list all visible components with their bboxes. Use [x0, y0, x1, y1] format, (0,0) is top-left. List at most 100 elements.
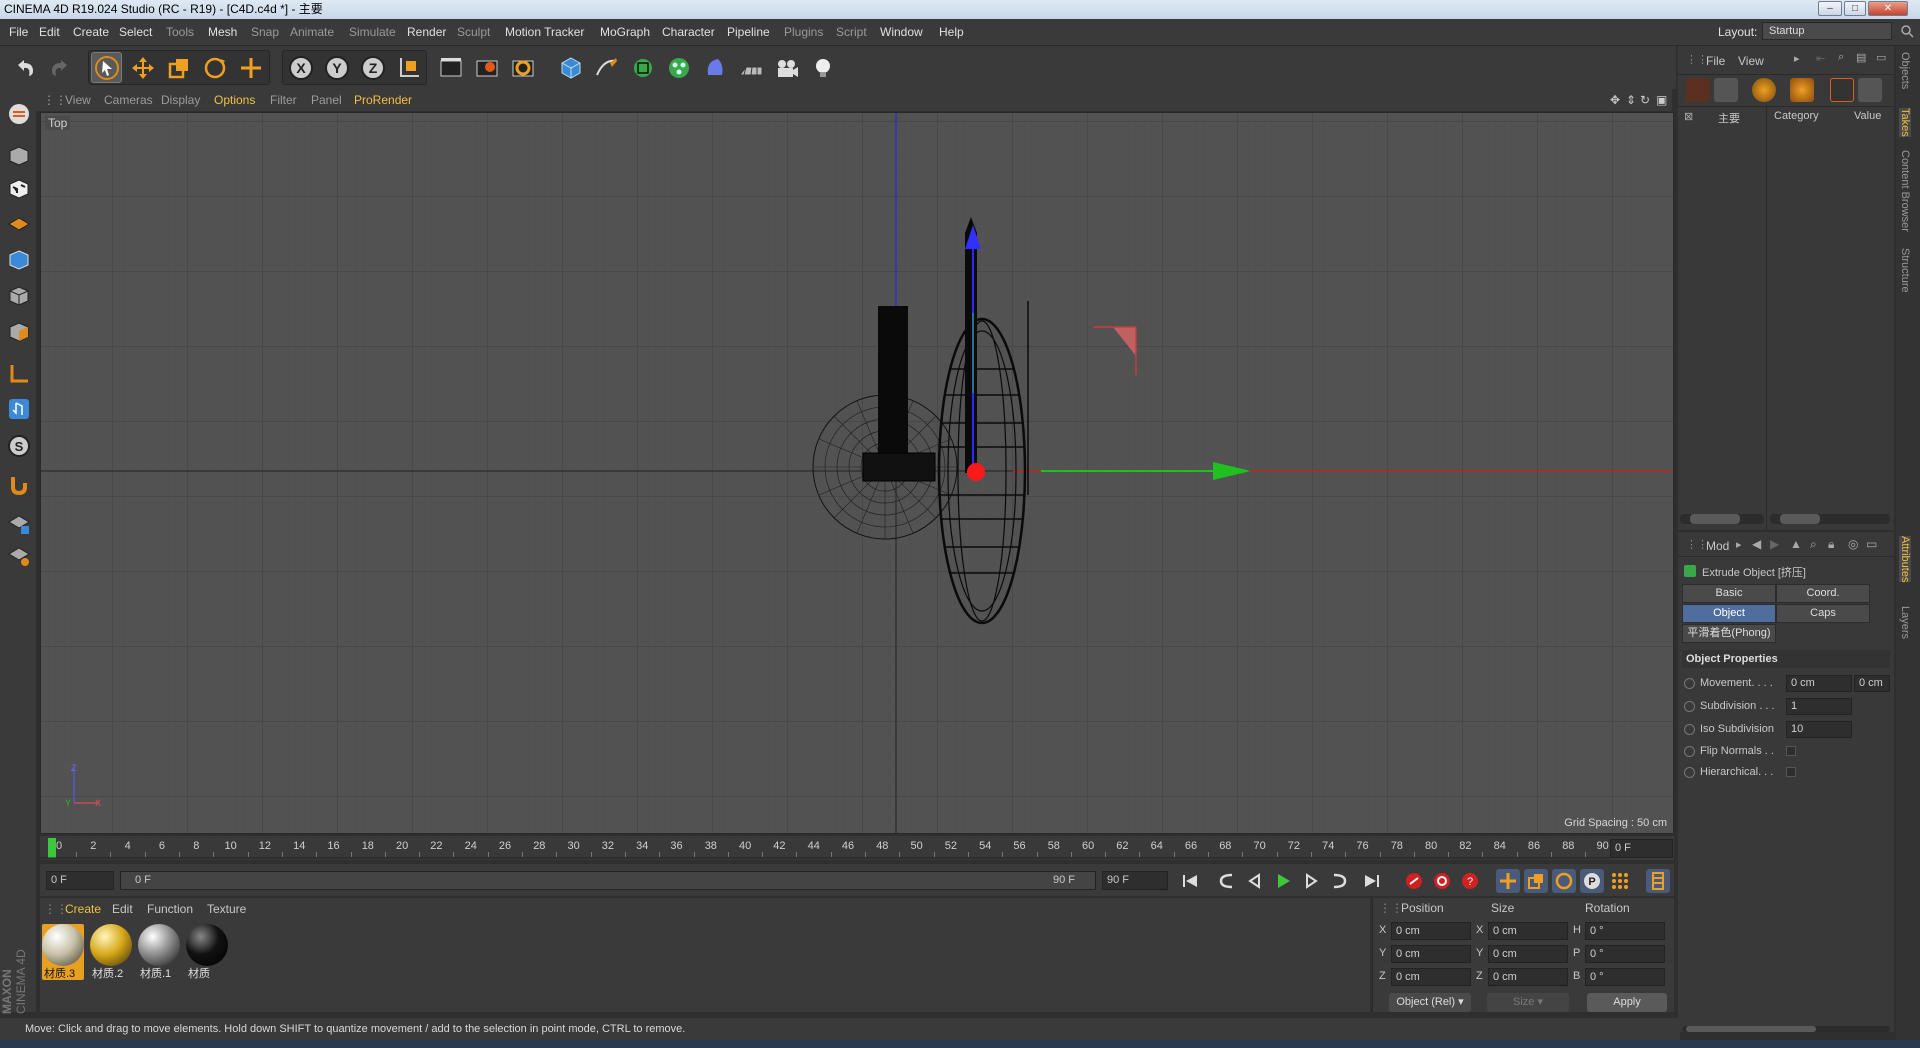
flip-normals-checkbox[interactable] [1786, 746, 1796, 756]
dock-tab-structure[interactable]: Structure [1899, 248, 1911, 293]
go-to-start-icon[interactable] [1178, 869, 1202, 893]
live-select-icon[interactable] [235, 52, 266, 83]
dock-tab-layers[interactable]: Layers [1899, 606, 1911, 639]
menu-create[interactable]: Create [73, 25, 109, 39]
viewport-top[interactable]: Top Z X Y Grid Spacing : 50 cm [40, 112, 1674, 834]
attr-new-window-icon[interactable]: ▭ [1866, 537, 1877, 551]
undo-icon[interactable] [9, 52, 40, 83]
next-frame-icon[interactable] [1299, 869, 1323, 893]
object-grip[interactable]: ⋮⋮ [1686, 53, 1708, 66]
start-frame-field[interactable]: 0 F [46, 871, 114, 890]
edges-mode-icon[interactable] [4, 281, 34, 311]
model-mode-icon[interactable] [4, 141, 34, 171]
menu-simulate[interactable]: Simulate [349, 25, 396, 39]
pos-x-field[interactable]: 0 cm [1391, 922, 1471, 940]
material-swatch[interactable]: 材质.2 [90, 924, 132, 980]
pen-spline-icon[interactable] [591, 52, 622, 83]
dock-tab-takes[interactable]: Takes [1899, 108, 1911, 137]
record-parameter-icon[interactable]: P [1580, 869, 1604, 893]
dock-tab-attributes[interactable]: Attributes [1899, 536, 1911, 583]
menu-plugins[interactable]: Plugins [784, 25, 823, 39]
viewport-menu-filter[interactable]: Filter [270, 93, 297, 107]
menu-file[interactable]: File [9, 25, 28, 39]
hierarchical-animate-icon[interactable] [1684, 766, 1695, 778]
close-button[interactable]: ✕ [1868, 1, 1908, 16]
menu-render[interactable]: Render [407, 25, 446, 39]
movement-field-1[interactable]: 0 cm [1786, 675, 1852, 692]
material-swatch[interactable]: 材质 [186, 924, 228, 980]
material-menu-edit[interactable]: Edit [112, 902, 133, 916]
viewport-zoom-icon[interactable]: ⇕ [1626, 93, 1636, 107]
menu-script[interactable]: Script [836, 25, 867, 39]
record-point-level-icon[interactable] [1608, 869, 1632, 893]
autokey-icon[interactable] [1430, 869, 1454, 893]
menu-tools[interactable]: Tools [166, 25, 194, 39]
subdivision-field[interactable]: 1 [1786, 698, 1852, 715]
light-icon[interactable] [807, 52, 838, 83]
end-frame-field[interactable]: 90 F [1102, 871, 1168, 890]
rot-p-field[interactable]: 0 ° [1585, 945, 1665, 963]
record-rotation-icon[interactable] [1552, 869, 1576, 893]
object-hscrollbar-right[interactable] [1770, 514, 1890, 524]
object-hscrollbar-left[interactable] [1680, 514, 1764, 524]
object-layout-icon[interactable]: ▤ [1856, 51, 1866, 64]
deformer-icon[interactable] [699, 52, 730, 83]
coord-grip[interactable]: ⋮⋮ [1379, 901, 1403, 915]
tab-caps[interactable]: Caps [1776, 604, 1870, 623]
dock-tab-content-browser[interactable]: Content Browser [1899, 150, 1911, 232]
current-frame-field[interactable]: 0 F [1610, 839, 1673, 858]
rot-b-field[interactable]: 0 ° [1585, 968, 1665, 986]
previous-key-icon[interactable] [1215, 869, 1239, 893]
take-camera-icon[interactable] [1790, 78, 1814, 102]
takes-icon[interactable] [1686, 78, 1710, 102]
pos-z-field[interactable]: 0 cm [1391, 968, 1471, 986]
magnet-icon[interactable] [4, 470, 34, 500]
object-menu-file[interactable]: File [1706, 54, 1725, 68]
redo-icon[interactable] [44, 52, 75, 83]
attr-mode-arrow-icon[interactable]: ▸ [1736, 538, 1742, 551]
tab-coord[interactable]: Coord. [1776, 584, 1870, 603]
make-editable-icon[interactable] [4, 99, 34, 129]
snapping-icon[interactable]: S [4, 431, 34, 461]
attr-lock-icon[interactable]: 🔒︎ [1828, 537, 1834, 552]
attr-mode-menu[interactable]: Mod [1706, 539, 1729, 553]
attr-hscrollbar[interactable] [1682, 1026, 1890, 1032]
menu-mesh[interactable]: Mesh [208, 25, 237, 39]
keyframe-selection-icon[interactable]: ? [1458, 869, 1482, 893]
points-mode-icon[interactable] [4, 245, 34, 275]
viewport-menu-prorender[interactable]: ProRender [354, 93, 412, 107]
subdivision-surface-icon[interactable] [627, 52, 658, 83]
object-nav-icon[interactable]: ⇤ [1816, 52, 1825, 65]
camera-icon[interactable] [771, 52, 802, 83]
menu-window[interactable]: Window [880, 25, 923, 39]
take-lock-icon[interactable] [1752, 78, 1776, 102]
object-new-window-icon[interactable]: ▭ [1876, 51, 1886, 64]
tweak-mode-icon[interactable] [4, 394, 34, 424]
menu-edit[interactable]: Edit [39, 25, 60, 39]
material-swatch[interactable]: 材质.1 [138, 924, 180, 980]
render-settings-icon[interactable] [507, 52, 538, 83]
menu-motion-tracker[interactable]: Motion Tracker [505, 25, 584, 39]
dock-tab-objects[interactable]: Objects [1899, 52, 1911, 89]
cloner-icon[interactable] [663, 52, 694, 83]
maximize-button[interactable]: □ [1844, 1, 1866, 16]
apply-button[interactable]: Apply [1587, 993, 1667, 1012]
viewport-menu-options[interactable]: Options [214, 93, 255, 107]
object-expand-icon[interactable]: ▸ [1794, 52, 1800, 65]
menu-pipeline[interactable]: Pipeline [727, 25, 770, 39]
material-menu-texture[interactable]: Texture [207, 902, 246, 916]
attr-back-icon[interactable]: ◀ [1752, 537, 1761, 551]
next-key-icon[interactable] [1327, 869, 1351, 893]
size-mode-dropdown[interactable]: Size ▾ [1487, 993, 1569, 1012]
record-position-icon[interactable] [1496, 869, 1520, 893]
movement-animate-icon[interactable] [1684, 677, 1695, 689]
minimize-button[interactable]: – [1818, 1, 1842, 16]
polygons-mode-icon[interactable] [4, 317, 34, 347]
viewport-menu-panel[interactable]: Panel [311, 93, 342, 107]
take-main-label[interactable]: 主要 [1718, 110, 1740, 126]
take-override-icon[interactable] [1714, 78, 1738, 102]
size-y-field[interactable]: 0 cm [1488, 945, 1568, 963]
material-menu-create[interactable]: Create [65, 902, 101, 916]
menu-select[interactable]: Select [119, 25, 152, 39]
menu-mograph[interactable]: MoGraph [600, 25, 650, 39]
